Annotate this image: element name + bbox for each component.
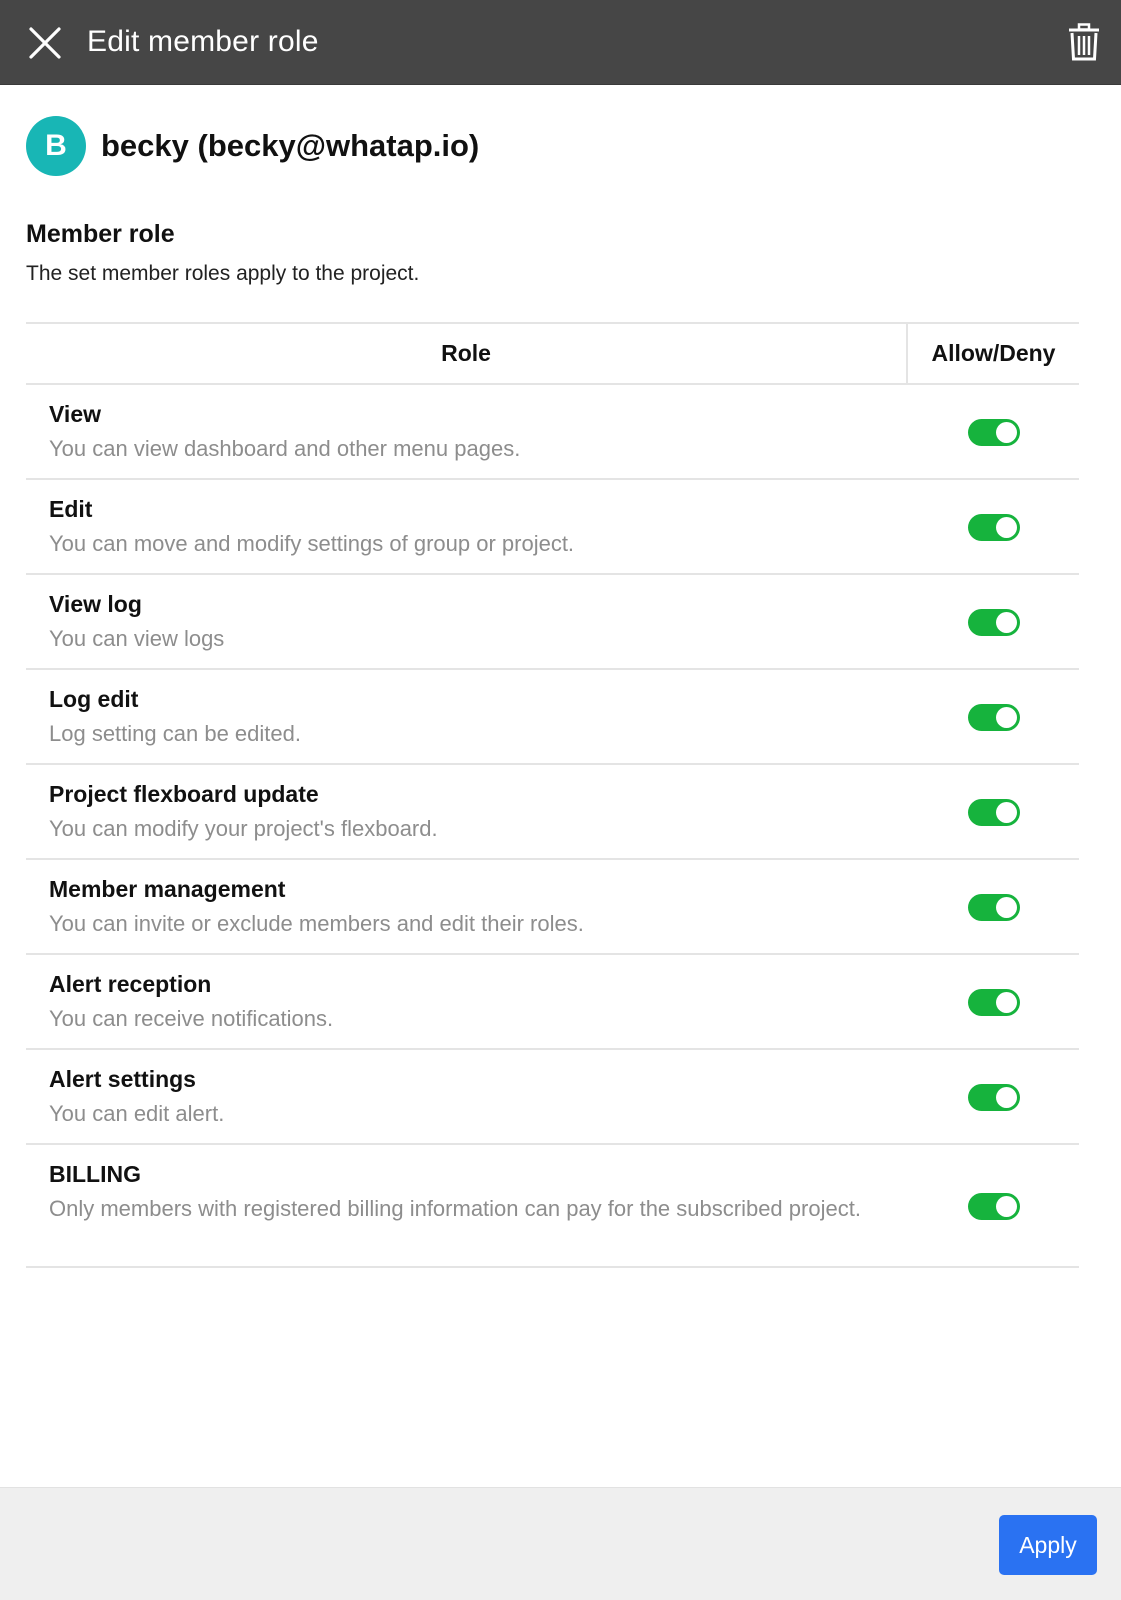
toggle-knob: [996, 1087, 1017, 1108]
toggle-knob: [996, 517, 1017, 538]
apply-button[interactable]: Apply: [999, 1515, 1097, 1575]
role-title: View: [49, 401, 101, 427]
panel-title: Edit member role: [87, 25, 319, 58]
close-icon: [29, 27, 61, 59]
toggle-knob: [996, 422, 1017, 443]
toggle-knob: [996, 1196, 1017, 1217]
section-description: The set member roles apply to the projec…: [26, 262, 420, 285]
toggle-knob: [996, 707, 1017, 728]
role-row-alert-settings: Alert settings You can edit alert.: [26, 1050, 1079, 1145]
role-title: View log: [49, 591, 142, 617]
role-description: You can move and modify settings of grou…: [49, 531, 575, 556]
role-description: You can invite or exclude members and ed…: [49, 911, 584, 936]
billing-toggle[interactable]: [968, 1193, 1020, 1220]
role-description: You can view dashboard and other menu pa…: [49, 436, 521, 461]
role-description: You can view logs: [49, 626, 225, 651]
member-name: becky (becky@whatap.io): [101, 128, 480, 163]
role-title: Edit: [49, 496, 93, 522]
alert-settings-toggle[interactable]: [968, 1084, 1020, 1111]
role-description: Only members with registered billing inf…: [49, 1196, 861, 1221]
role-title: Alert reception: [49, 971, 212, 997]
toggle-knob: [996, 897, 1017, 918]
role-row-member-management: Member management You can invite or excl…: [26, 860, 1079, 955]
log-edit-toggle[interactable]: [968, 704, 1020, 731]
role-title: Member management: [49, 876, 286, 902]
panel-footer: Apply: [0, 1487, 1121, 1600]
role-row-billing: BILLING Only members with registered bil…: [26, 1145, 1079, 1268]
role-title: Project flexboard update: [49, 781, 319, 807]
role-description: You can modify your project's flexboard.: [49, 816, 438, 841]
role-description: You can edit alert.: [49, 1101, 225, 1126]
edit-member-role-panel: Edit member role B becky (becky@whatap.i…: [0, 0, 1121, 1600]
role-description: Log setting can be edited.: [49, 721, 301, 746]
roles-table: Role Allow/Deny View You can view dashbo…: [26, 322, 1079, 1268]
project-flexboard-update-toggle[interactable]: [968, 799, 1020, 826]
role-title: Alert settings: [49, 1066, 196, 1092]
close-button[interactable]: [26, 24, 64, 62]
role-title: Log edit: [49, 686, 139, 712]
table-header: Role Allow/Deny: [26, 324, 1079, 385]
panel-header: Edit member role: [0, 0, 1121, 85]
toggle-knob: [996, 802, 1017, 823]
column-header-allow-deny: Allow/Deny: [931, 340, 1056, 366]
member-management-toggle[interactable]: [968, 894, 1020, 921]
role-row-edit: Edit You can move and modify settings of…: [26, 480, 1079, 575]
toggle-knob: [996, 992, 1017, 1013]
edit-toggle[interactable]: [968, 514, 1020, 541]
role-description: You can receive notifications.: [49, 1006, 334, 1031]
role-row-view: View You can view dashboard and other me…: [26, 385, 1079, 480]
role-title: BILLING: [49, 1161, 141, 1187]
column-header-role: Role: [26, 324, 908, 383]
avatar: B: [26, 116, 86, 176]
toggle-knob: [996, 612, 1017, 633]
view-toggle[interactable]: [968, 419, 1020, 446]
section-title: Member role: [26, 220, 175, 248]
delete-button[interactable]: [1065, 22, 1103, 62]
role-row-alert-reception: Alert reception You can receive notifica…: [26, 955, 1079, 1050]
alert-reception-toggle[interactable]: [968, 989, 1020, 1016]
trash-icon: [1069, 23, 1099, 61]
role-row-project-flexboard-update: Project flexboard update You can modify …: [26, 765, 1079, 860]
role-row-view-log: View log You can view logs: [26, 575, 1079, 670]
view-log-toggle[interactable]: [968, 609, 1020, 636]
role-row-log-edit: Log edit Log setting can be edited.: [26, 670, 1079, 765]
